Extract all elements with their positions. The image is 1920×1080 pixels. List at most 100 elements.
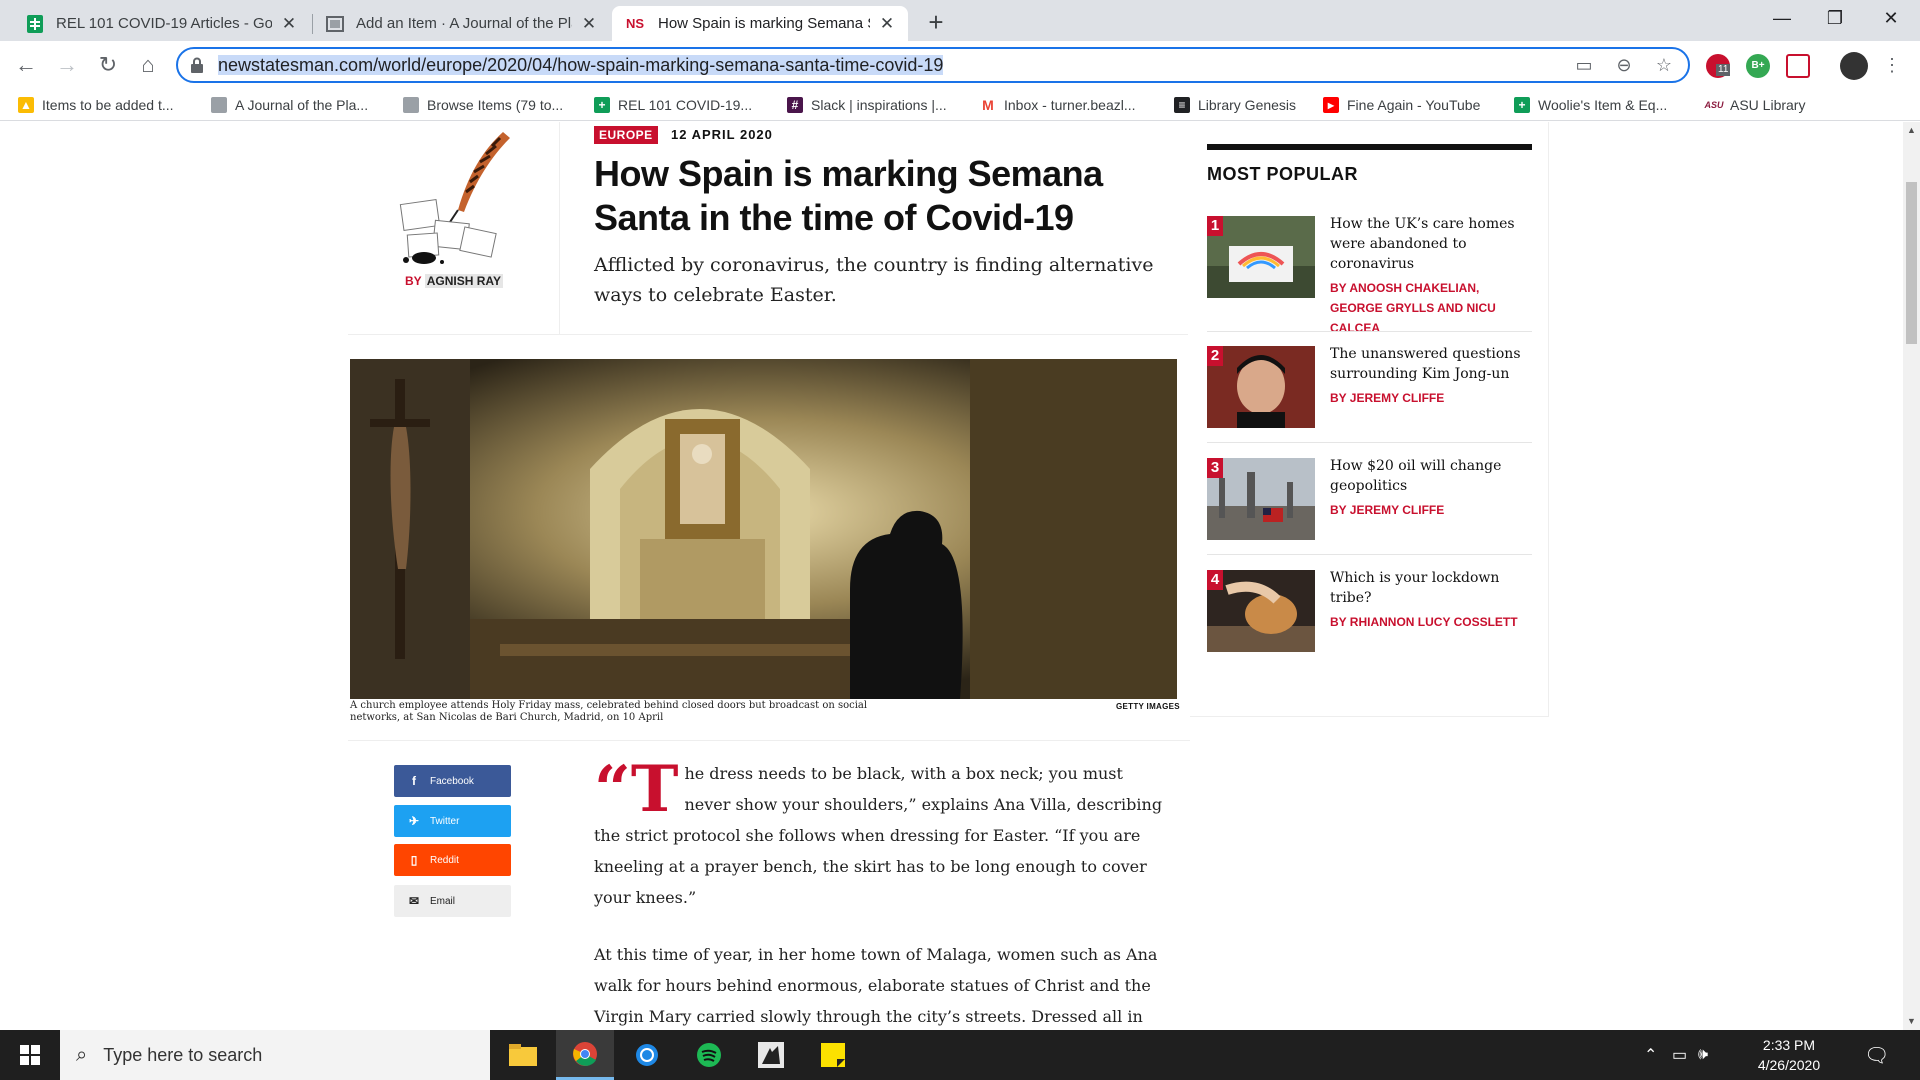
scroll-up-arrow-icon[interactable]: ▲ — [1903, 122, 1920, 139]
tab-separator — [312, 14, 313, 34]
omeka-icon — [403, 97, 419, 113]
home-icon[interactable]: ⌂ — [132, 49, 164, 81]
popular-divider — [1207, 442, 1532, 443]
tab-add-item[interactable]: Add an Item · A Journal of the Pla ✕ — [314, 6, 610, 41]
asu-icon: ASU — [1705, 97, 1724, 113]
popular-byline[interactable]: BY ANOOSH CHAKELIAN, GEORGE GRYLLS AND N… — [1330, 278, 1530, 338]
popular-byline[interactable]: BY JEREMY CLIFFE — [1330, 500, 1530, 520]
bookmark-rel101[interactable]: + REL 101 COVID-19... — [594, 95, 752, 115]
taskbar-search-box[interactable]: ⌕ Type here to search — [60, 1030, 490, 1080]
share-email-button[interactable]: ✉ Email — [394, 885, 511, 917]
pocket-extension-icon[interactable] — [1786, 54, 1810, 78]
popular-title-link[interactable]: How the UK’s care homes were abandoned t… — [1330, 214, 1530, 274]
gmail-icon: M — [980, 97, 996, 113]
article-date: 12 APRIL 2020 — [671, 127, 773, 142]
url-text[interactable]: newstatesman.com/world/europe/2020/04/ho… — [218, 55, 944, 76]
url-path: /world/europe/2020/04/how-spain-marking-… — [373, 55, 944, 75]
popular-item-3[interactable]: 3 How $20 oil will change geopolitics BY… — [1207, 458, 1532, 546]
bookmark-woolies[interactable]: + Woolie's Item & Eq... — [1514, 95, 1667, 115]
notification-icon[interactable]: 🗨 — [1864, 1030, 1889, 1080]
bookmark-star-icon[interactable]: ☆ — [1652, 55, 1676, 77]
close-tab-icon[interactable]: ✕ — [280, 14, 298, 34]
close-tab-icon[interactable]: ✕ — [580, 14, 598, 34]
author-byline: BY AGNISH RAY — [348, 274, 560, 288]
popular-thumbnail[interactable] — [1207, 346, 1315, 428]
bookmark-slack[interactable]: # Slack | inspirations |... — [787, 95, 947, 115]
drop-cap-letter: T — [630, 752, 679, 827]
popular-rank: 2 — [1207, 346, 1223, 366]
minimize-icon[interactable]: — — [1753, 0, 1811, 36]
popular-item-2[interactable]: 2 The unanswered questions surrounding K… — [1207, 346, 1532, 434]
popular-title-link[interactable]: The unanswered questions surrounding Kim… — [1330, 344, 1530, 384]
most-popular-heading: MOST POPULAR — [1207, 164, 1359, 184]
tab-rel101-articles[interactable]: REL 101 COVID-19 Articles - Goo ✕ — [14, 6, 310, 41]
popular-title-link[interactable]: Which is your lockdown tribe? — [1330, 568, 1530, 608]
popular-byline[interactable]: BY RHIANNON LUCY COSSLETT — [1330, 612, 1530, 632]
share-twitter-button[interactable]: ✈ Twitter — [394, 805, 511, 837]
new-tab-plus-icon[interactable]: + — [922, 8, 950, 36]
back-arrow-icon[interactable]: ← — [10, 49, 42, 81]
windows-start-icon[interactable] — [0, 1030, 60, 1080]
forward-arrow-icon[interactable]: → — [51, 49, 83, 81]
popular-title-link[interactable]: How $20 oil will change geopolitics — [1330, 456, 1530, 496]
popular-thumbnail[interactable] — [1207, 458, 1315, 540]
scroll-down-arrow-icon[interactable]: ▼ — [1903, 1013, 1920, 1030]
page-scrollbar[interactable]: ▲ ▼ — [1903, 122, 1920, 1030]
drop-cap: “T — [594, 752, 679, 827]
quill-illustration-icon — [399, 132, 510, 264]
profile-avatar[interactable] — [1840, 52, 1868, 80]
sticky-notes-icon[interactable] — [804, 1030, 862, 1080]
bookmark-journal[interactable]: A Journal of the Pla... — [211, 95, 368, 115]
bookmark-label: Inbox - turner.beazl... — [1004, 97, 1136, 113]
article-headline: How Spain is marking Semana Santa in the… — [594, 153, 1103, 238]
bookmark-asu-library[interactable]: ASU ASU Library — [1705, 95, 1805, 115]
popular-item-1[interactable]: 1 How the UK’s care homes were abandoned… — [1207, 214, 1532, 335]
spotify-icon[interactable] — [680, 1030, 738, 1080]
paragraph-text: he dress needs to be black, with a box n… — [594, 764, 1163, 907]
battery-icon[interactable]: ▭ — [1672, 1030, 1687, 1080]
file-explorer-icon[interactable] — [494, 1030, 552, 1080]
popular-thumbnail[interactable] — [1207, 570, 1315, 652]
tab-title: How Spain is marking Semana Sa — [658, 15, 870, 32]
bookmarks-bar: ▲ Items to be added t... A Journal of the… — [0, 89, 1920, 121]
popular-byline[interactable]: BY JEREMY CLIFFE — [1330, 388, 1530, 408]
scrollbar-thumb[interactable] — [1906, 182, 1917, 344]
share-reddit-button[interactable]: ▯ Reddit — [394, 844, 511, 876]
zoom-icon[interactable]: ⊖ — [1612, 55, 1636, 77]
menu-kebab-icon[interactable]: ⋮ — [1876, 49, 1908, 81]
chrome-icon[interactable] — [556, 1030, 614, 1080]
volume-icon[interactable]: 🕪 — [1698, 1030, 1708, 1080]
bookmark-youtube[interactable]: ▶ Fine Again - YouTube — [1323, 95, 1480, 115]
adblock-extension-icon[interactable]: 11 — [1706, 54, 1731, 78]
share-label: Email — [430, 895, 456, 907]
author-name-link[interactable]: AGNISH RAY — [424, 274, 504, 288]
section-tag[interactable]: EUROPE — [594, 126, 658, 144]
restore-icon[interactable]: ❐ — [1806, 0, 1864, 36]
show-hidden-icons-chevron-icon[interactable]: ⌃ — [1644, 1030, 1657, 1080]
hero-photo — [350, 359, 1177, 699]
bookmark-library-genesis[interactable]: ≡ Library Genesis — [1174, 95, 1296, 115]
bookmark-items-to-be-added[interactable]: ▲ Items to be added t... — [18, 95, 174, 115]
taskbar-clock[interactable]: 2:33 PM 4/26/2020 — [1745, 1035, 1833, 1075]
popular-item-4[interactable]: 4 Which is your lockdown tribe? BY RHIAN… — [1207, 570, 1532, 658]
youtube-icon: ▶ — [1323, 97, 1339, 113]
address-bar[interactable]: newstatesman.com/world/europe/2020/04/ho… — [176, 47, 1690, 83]
share-facebook-button[interactable]: f Facebook — [394, 765, 511, 797]
extension-badge: 11 — [1716, 64, 1731, 76]
bookmark-inbox[interactable]: M Inbox - turner.beazl... — [980, 95, 1136, 115]
cast-icon[interactable]: ▭ — [1572, 55, 1596, 77]
tab-new-statesman[interactable]: NS How Spain is marking Semana Sa ✕ — [612, 6, 908, 41]
grammar-extension-icon[interactable]: B+ — [1746, 54, 1770, 78]
ns-icon: NS — [625, 16, 645, 31]
google-sheets-icon — [26, 14, 44, 33]
close-tab-icon[interactable]: ✕ — [878, 14, 896, 34]
window-close-icon[interactable]: ✕ — [1862, 0, 1920, 36]
tab-title: REL 101 COVID-19 Articles - Goo — [56, 15, 272, 32]
reload-icon[interactable]: ↻ — [92, 49, 124, 81]
popular-thumbnail[interactable] — [1207, 216, 1315, 298]
google-drive-icon: ▲ — [18, 97, 34, 113]
help-app-icon[interactable] — [618, 1030, 676, 1080]
bookmark-browse-items[interactable]: Browse Items (79 to... — [403, 95, 563, 115]
kindle-icon[interactable] — [742, 1030, 800, 1080]
share-label: Facebook — [430, 775, 474, 787]
